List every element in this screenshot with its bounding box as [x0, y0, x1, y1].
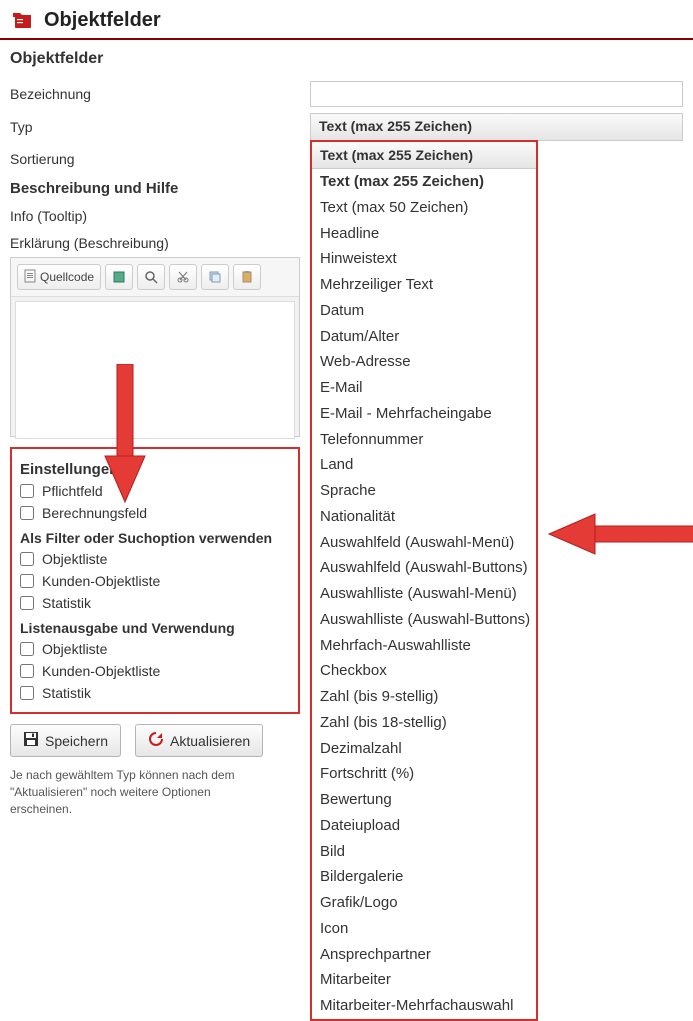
document-icon [24, 269, 36, 286]
source-code-label: Quellcode [40, 270, 94, 284]
check-objektliste2[interactable] [20, 642, 34, 656]
refresh-icon [148, 731, 164, 750]
editor-toolbar: Quellcode [11, 258, 299, 297]
check-statistik[interactable] [20, 596, 34, 610]
dropdown-option[interactable]: Dateiupload [312, 813, 536, 839]
rich-text-editor: Quellcode [10, 257, 300, 437]
check-berechnungsfeld-row: Berechnungsfeld [20, 502, 290, 524]
settings-panel: Einstellungen Pflichtfeld Berechnungsfel… [10, 447, 300, 714]
dropdown-option[interactable]: Zahl (bis 18-stellig) [312, 710, 536, 736]
annotation-arrow-down [95, 364, 155, 504]
dropdown-option[interactable]: Mitarbeiter [312, 967, 536, 993]
dropdown-option[interactable]: Zahl (bis 9-stellig) [312, 684, 536, 710]
dropdown-option[interactable]: Hinweistext [312, 246, 536, 272]
save-icon [23, 731, 39, 750]
check-berechnungsfeld-label: Berechnungsfeld [42, 505, 147, 521]
dropdown-option[interactable]: Datum [312, 298, 536, 324]
label-typ: Typ [10, 119, 310, 135]
refresh-button[interactable]: Aktualisieren [135, 724, 263, 757]
dropdown-option[interactable]: Headline [312, 221, 536, 247]
source-code-button[interactable]: Quellcode [17, 264, 101, 290]
editor-body[interactable] [15, 301, 295, 439]
tool-icon-1[interactable] [105, 264, 133, 290]
dropdown-option[interactable]: Dezimalzahl [312, 736, 536, 762]
dropdown-option[interactable]: Auswahlfeld (Auswahl-Menü) [312, 530, 536, 556]
dropdown-option[interactable]: Grafik/Logo [312, 890, 536, 916]
cut-icon[interactable] [169, 264, 197, 290]
copy-icon[interactable] [201, 264, 229, 290]
label-sortierung: Sortierung [10, 151, 310, 167]
dropdown-option[interactable]: Auswahlliste (Auswahl-Menü) [312, 581, 536, 607]
hint-text: Je nach gewähltem Typ können nach dem "A… [10, 763, 270, 827]
check-objektliste-row: Objektliste [20, 548, 290, 570]
check-berechnungsfeld[interactable] [20, 506, 34, 520]
dropdown-header[interactable]: Text (max 255 Zeichen) [312, 142, 536, 169]
sub-header: Objektfelder [0, 40, 693, 74]
dropdown-option[interactable]: Bildergalerie [312, 864, 536, 890]
dropdown-option[interactable]: Text (max 255 Zeichen) [312, 169, 536, 195]
settings-title: Einstellungen [20, 455, 290, 480]
row-bezeichnung: Bezeichnung [10, 78, 683, 110]
check-kunden-objektliste2[interactable] [20, 664, 34, 678]
dropdown-option[interactable]: Auswahlfeld (Auswahl-Buttons) [312, 555, 536, 581]
dropdown-option[interactable]: Mehrfach-Auswahlliste [312, 633, 536, 659]
check-statistik-row: Statistik [20, 592, 290, 614]
check-statistik2-label: Statistik [42, 685, 91, 701]
check-statistik-label: Statistik [42, 595, 91, 611]
dropdown-option[interactable]: Land [312, 452, 536, 478]
check-kunden-objektliste-row: Kunden-Objektliste [20, 570, 290, 592]
refresh-button-label: Aktualisieren [170, 733, 250, 749]
check-objektliste2-label: Objektliste [42, 641, 107, 657]
dropdown-option[interactable]: Text (max 50 Zeichen) [312, 195, 536, 221]
typ-dropdown-panel: Text (max 255 Zeichen) Text (max 255 Zei… [310, 140, 538, 1021]
check-pflichtfeld-row: Pflichtfeld [20, 480, 290, 502]
check-kunden-objektliste2-row: Kunden-Objektliste [20, 660, 290, 682]
check-objektliste-label: Objektliste [42, 551, 107, 567]
check-statistik2-row: Statistik [20, 682, 290, 704]
dropdown-option[interactable]: Telefonnummer [312, 427, 536, 453]
check-kunden-objektliste[interactable] [20, 574, 34, 588]
dropdown-option[interactable]: Fortschritt (%) [312, 761, 536, 787]
dropdown-option[interactable]: Mehrzeiliger Text [312, 272, 536, 298]
dropdown-option[interactable]: Sprache [312, 478, 536, 504]
dropdown-option[interactable]: Checkbox [312, 658, 536, 684]
check-statistik2[interactable] [20, 686, 34, 700]
check-objektliste2-row: Objektliste [20, 638, 290, 660]
dropdown-option[interactable]: Bild [312, 839, 536, 865]
check-kunden-objektliste-label: Kunden-Objektliste [42, 573, 160, 589]
dropdown-option[interactable]: Nationalität [312, 504, 536, 530]
paste-icon[interactable] [233, 264, 261, 290]
dropdown-option[interactable]: E-Mail - Mehrfacheingabe [312, 401, 536, 427]
page-title: Objektfelder [44, 9, 161, 32]
folder-icon [10, 8, 34, 32]
dropdown-option[interactable]: Icon [312, 916, 536, 942]
tool-icon-2[interactable] [137, 264, 165, 290]
check-pflichtfeld[interactable] [20, 484, 34, 498]
select-typ[interactable]: Text (max 255 Zeichen) [310, 113, 683, 141]
check-kunden-objektliste2-label: Kunden-Objektliste [42, 663, 160, 679]
annotation-arrow-left [545, 504, 693, 564]
check-objektliste[interactable] [20, 552, 34, 566]
label-info: Info (Tooltip) [10, 208, 310, 224]
check-pflichtfeld-label: Pflichtfeld [42, 483, 103, 499]
dropdown-option[interactable]: Auswahlliste (Auswahl-Buttons) [312, 607, 536, 633]
dropdown-option[interactable]: Bewertung [312, 787, 536, 813]
dropdown-option[interactable]: E-Mail [312, 375, 536, 401]
input-bezeichnung[interactable] [310, 81, 683, 107]
label-bezeichnung: Bezeichnung [10, 86, 310, 102]
save-button-label: Speichern [45, 733, 108, 749]
save-button[interactable]: Speichern [10, 724, 121, 757]
page-header: Objektfelder [0, 0, 693, 40]
filter-section-title: Als Filter oder Suchoption verwenden [20, 524, 290, 548]
listen-section-title: Listenausgabe und Verwendung [20, 614, 290, 638]
dropdown-option[interactable]: Datum/Alter [312, 324, 536, 350]
dropdown-option[interactable]: Ansprechpartner [312, 942, 536, 968]
row-typ: Typ Text (max 255 Zeichen) [10, 110, 683, 144]
dropdown-option[interactable]: Web-Adresse [312, 349, 536, 375]
dropdown-option[interactable]: Mitarbeiter-Mehrfachauswahl [312, 993, 536, 1019]
